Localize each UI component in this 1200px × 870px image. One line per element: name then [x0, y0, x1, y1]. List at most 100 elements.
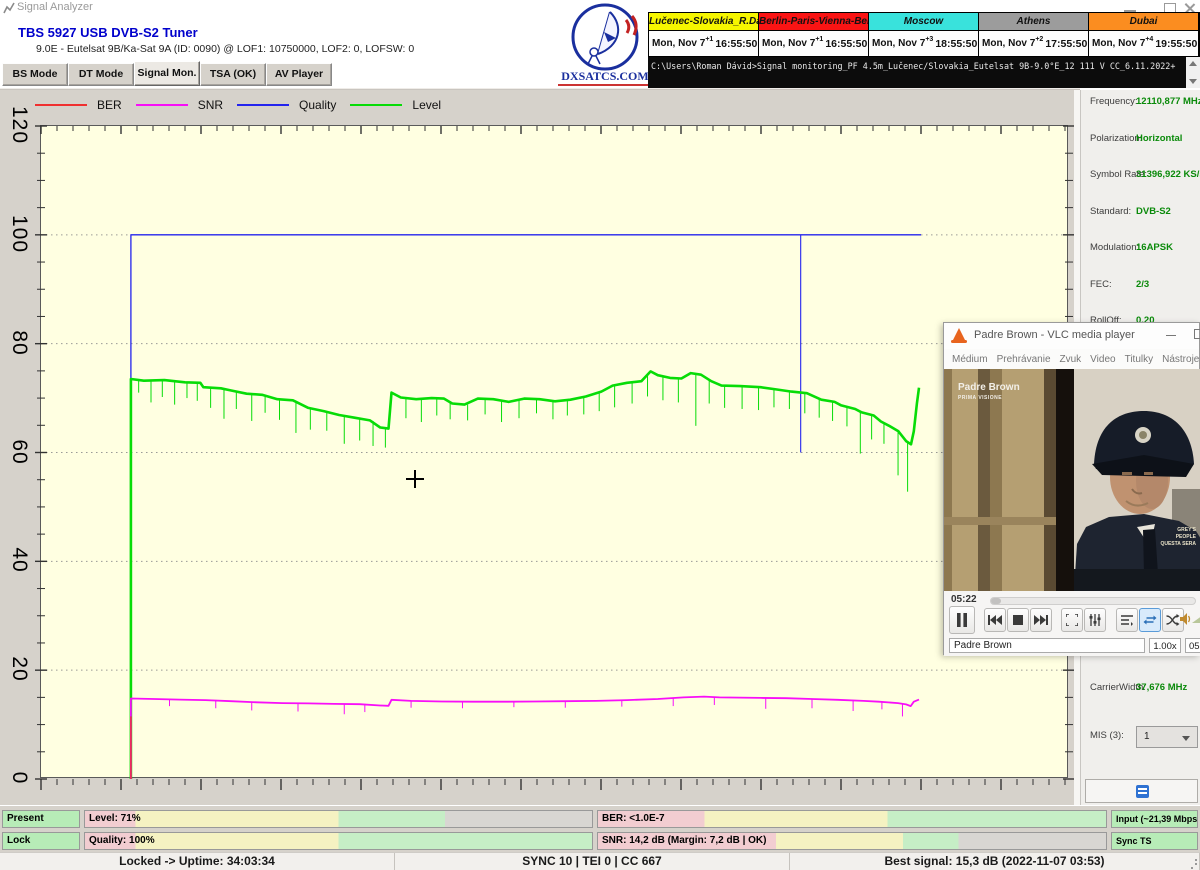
info-label: FEC: [1090, 279, 1112, 290]
clock-city-label: Athens [979, 13, 1088, 31]
pause-button[interactable] [949, 606, 975, 634]
clock-time: 19:55:50 [1155, 38, 1197, 50]
y-tick-label-0: 0 [7, 772, 31, 785]
tab-signal-mon-[interactable]: Signal Mon. [134, 61, 200, 86]
vlc-titlebar[interactable]: Padre Brown - VLC media player [944, 323, 1199, 349]
scroll-down-icon[interactable] [1189, 79, 1197, 84]
previous-button[interactable] [984, 608, 1006, 632]
clock-time-row: Mon, Nov 7+419:55:50 [1089, 31, 1198, 56]
previous-icon [988, 615, 1002, 625]
scroll-up-icon[interactable] [1189, 61, 1197, 66]
vlc-maximize-button[interactable] [1194, 329, 1200, 339]
meter-present: Present [2, 810, 80, 828]
clock-utc-offset: +1 [705, 36, 713, 43]
clock-time: 16:55:50 [825, 38, 867, 50]
video-caption-sub: PRIMA VISIONE [958, 393, 1020, 403]
clock-date: Mon, Nov 7 [872, 38, 925, 49]
legend-label: Level [412, 98, 441, 112]
vlc-menubar: Médium Prehrávanie Zvuk Video Titulky Nástroj… [944, 349, 1199, 369]
crosshair-cursor [414, 470, 416, 488]
tab-av-player[interactable]: AV Player [266, 63, 332, 86]
info-row-carrierwidth: CarrierWidth:37,676 MHz [1081, 682, 1200, 696]
legend-item-ber: BER [35, 98, 122, 112]
info-row-standard: Standard:DVB-S2 [1081, 206, 1200, 220]
legend-label: SNR [198, 98, 223, 112]
next-button[interactable] [1030, 608, 1052, 632]
tab-dt-mode[interactable]: DT Mode [68, 63, 134, 86]
vlc-minimize-button[interactable] [1166, 335, 1176, 336]
vlc-now-playing-field[interactable]: Padre Brown [949, 638, 1145, 653]
clock-athens: AthensMon, Nov 7+217:55:50 [979, 13, 1089, 56]
vlc-menu-nstroje[interactable]: Nástroje [1162, 354, 1199, 365]
playlist-icon [1121, 614, 1133, 626]
vlc-playback-rate[interactable]: 1.00x [1149, 638, 1181, 653]
meter-input-21-39-mbps-: Input (~21,39 Mbps) [1111, 810, 1198, 828]
mis-value: 1 [1144, 731, 1150, 742]
tab-bs-mode[interactable]: BS Mode [2, 63, 68, 86]
vlc-elapsed-time: 05:22 [951, 594, 977, 605]
info-label: Frequency: [1090, 96, 1138, 107]
clock-city-label: Dubai [1089, 13, 1198, 31]
mis-label: MIS (3): [1090, 730, 1124, 741]
vlc-menu-titulky[interactable]: Titulky [1125, 354, 1154, 365]
tab-tsa-ok-[interactable]: TSA (OK) [200, 63, 266, 86]
legend-line-icon [237, 104, 289, 106]
signal-chart-panel: BERSNRQualityLevel 020406080100120 [0, 90, 1074, 805]
video-caption-title: Padre Brown [958, 383, 1020, 393]
chart-legend: BER SNR Quality Level [35, 96, 441, 114]
vlc-menu-prehrvanie[interactable]: Prehrávanie [997, 354, 1051, 365]
clock-moscow: MoscowMon, Nov 7+318:55:50 [869, 13, 979, 56]
overlay-line: PEOPLE [1160, 534, 1196, 541]
info-label: Modulation: [1090, 242, 1139, 253]
loop-button[interactable] [1139, 608, 1161, 632]
info-label: Standard: [1090, 206, 1131, 217]
world-clocks: Lučenec-Slovakia_R.DávidMon, Nov 7+116:5… [648, 12, 1200, 57]
overlay-line: QUESTA SERA [1160, 541, 1196, 548]
next-icon [1034, 615, 1048, 625]
console-scrollbar[interactable] [1186, 57, 1200, 88]
info-value: 37,676 MHz [1136, 682, 1187, 693]
equalizer-button[interactable] [1084, 608, 1106, 632]
minimize-button[interactable] [1124, 3, 1136, 12]
legend-label: BER [97, 98, 122, 112]
fullscreen-button[interactable] [1061, 608, 1083, 632]
vlc-menu-zvuk[interactable]: Zvuk [1060, 354, 1082, 365]
chart-canvas [40, 125, 1070, 780]
vlc-menu-mdium[interactable]: Médium [952, 354, 988, 365]
clock-city-label: Moscow [869, 13, 978, 31]
clock-utc-offset: +4 [1145, 36, 1153, 43]
volume-icon[interactable] [1180, 613, 1191, 625]
vlc-seekbar[interactable] [990, 597, 1196, 605]
video-overlay-text: GREY'SPEOPLEQUESTA SERA [1160, 527, 1196, 548]
info-row-symbolrate: Symbol Rate:31396,922 KS/s [1081, 169, 1200, 183]
mis-select[interactable]: 1 [1136, 726, 1198, 748]
clock-date: Mon, Nov 7 [982, 38, 1035, 49]
command-prompt[interactable]: C:\Users\Roman Dávid>Signal monitoring_P… [648, 57, 1186, 88]
info-value: Horizontal [1136, 133, 1182, 144]
vlc-cone-icon [952, 328, 966, 342]
clock-time-row: Mon, Nov 7+116:55:50 [759, 31, 868, 56]
video-caption: Padre Brown PRIMA VISIONE [958, 383, 1020, 403]
legend-line-icon [350, 104, 402, 106]
mis-row: MIS (3): 1 [1081, 730, 1200, 754]
playlist-button[interactable] [1116, 608, 1138, 632]
status-section-0: Locked -> Uptime: 34:03:34 [0, 853, 395, 870]
meter-lock: Lock [2, 832, 80, 850]
stream-list-button[interactable] [1085, 779, 1198, 803]
vlc-video-area[interactable]: Padre Brown PRIMA VISIONE GREY'SPEOPLEQU… [944, 369, 1200, 591]
meter-level: Level: 71% [84, 810, 593, 828]
clock-utc-offset: +3 [925, 36, 933, 43]
meter-label: Level: 71% [89, 813, 141, 824]
clock-city-label: Lučenec-Slovakia_R.Dávid [649, 13, 758, 31]
stop-button[interactable] [1007, 608, 1029, 632]
volume-slider[interactable] [1192, 613, 1200, 623]
dxsatcs-logo: DXSATCS.COM [558, 2, 652, 88]
vlc-menu-video[interactable]: Video [1090, 354, 1115, 365]
legend-label: Quality [299, 98, 336, 112]
device-title: TBS 5927 USB DVB-S2 Tuner [18, 25, 198, 40]
clock-dubai: DubaiMon, Nov 7+419:55:50 [1089, 13, 1199, 56]
meter-ber: BER: <1.0E-7 [597, 810, 1107, 828]
y-tick-label-40: 40 [7, 548, 31, 573]
meter-label: Sync TS [1116, 836, 1152, 846]
chart-plot-area[interactable] [40, 125, 1068, 778]
